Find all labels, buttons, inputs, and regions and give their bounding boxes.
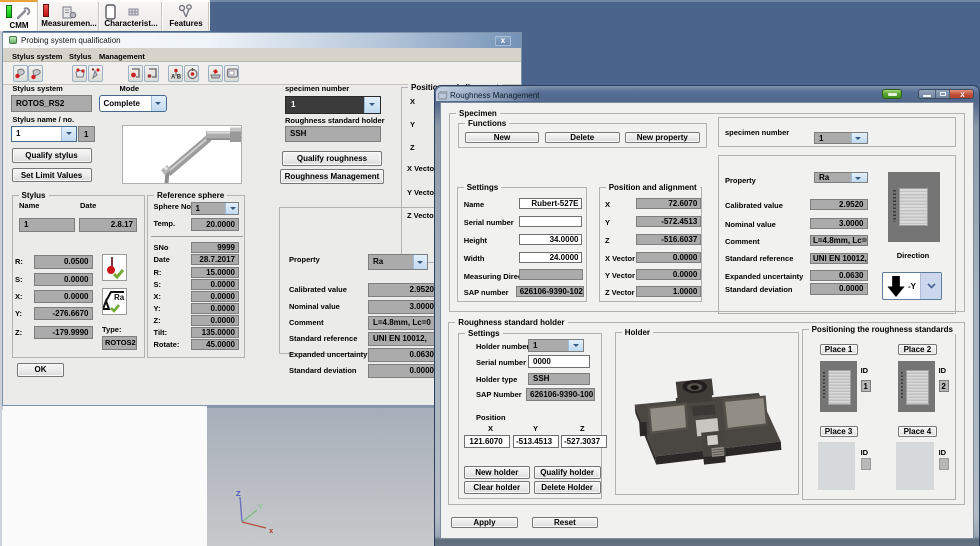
svg-text:Z: Z <box>236 489 241 498</box>
svg-text:x: x <box>269 526 274 535</box>
svg-text:Ra: Ra <box>114 293 125 302</box>
svg-text:Y: Y <box>258 502 263 511</box>
svg-text:A B: A B <box>171 75 182 81</box>
